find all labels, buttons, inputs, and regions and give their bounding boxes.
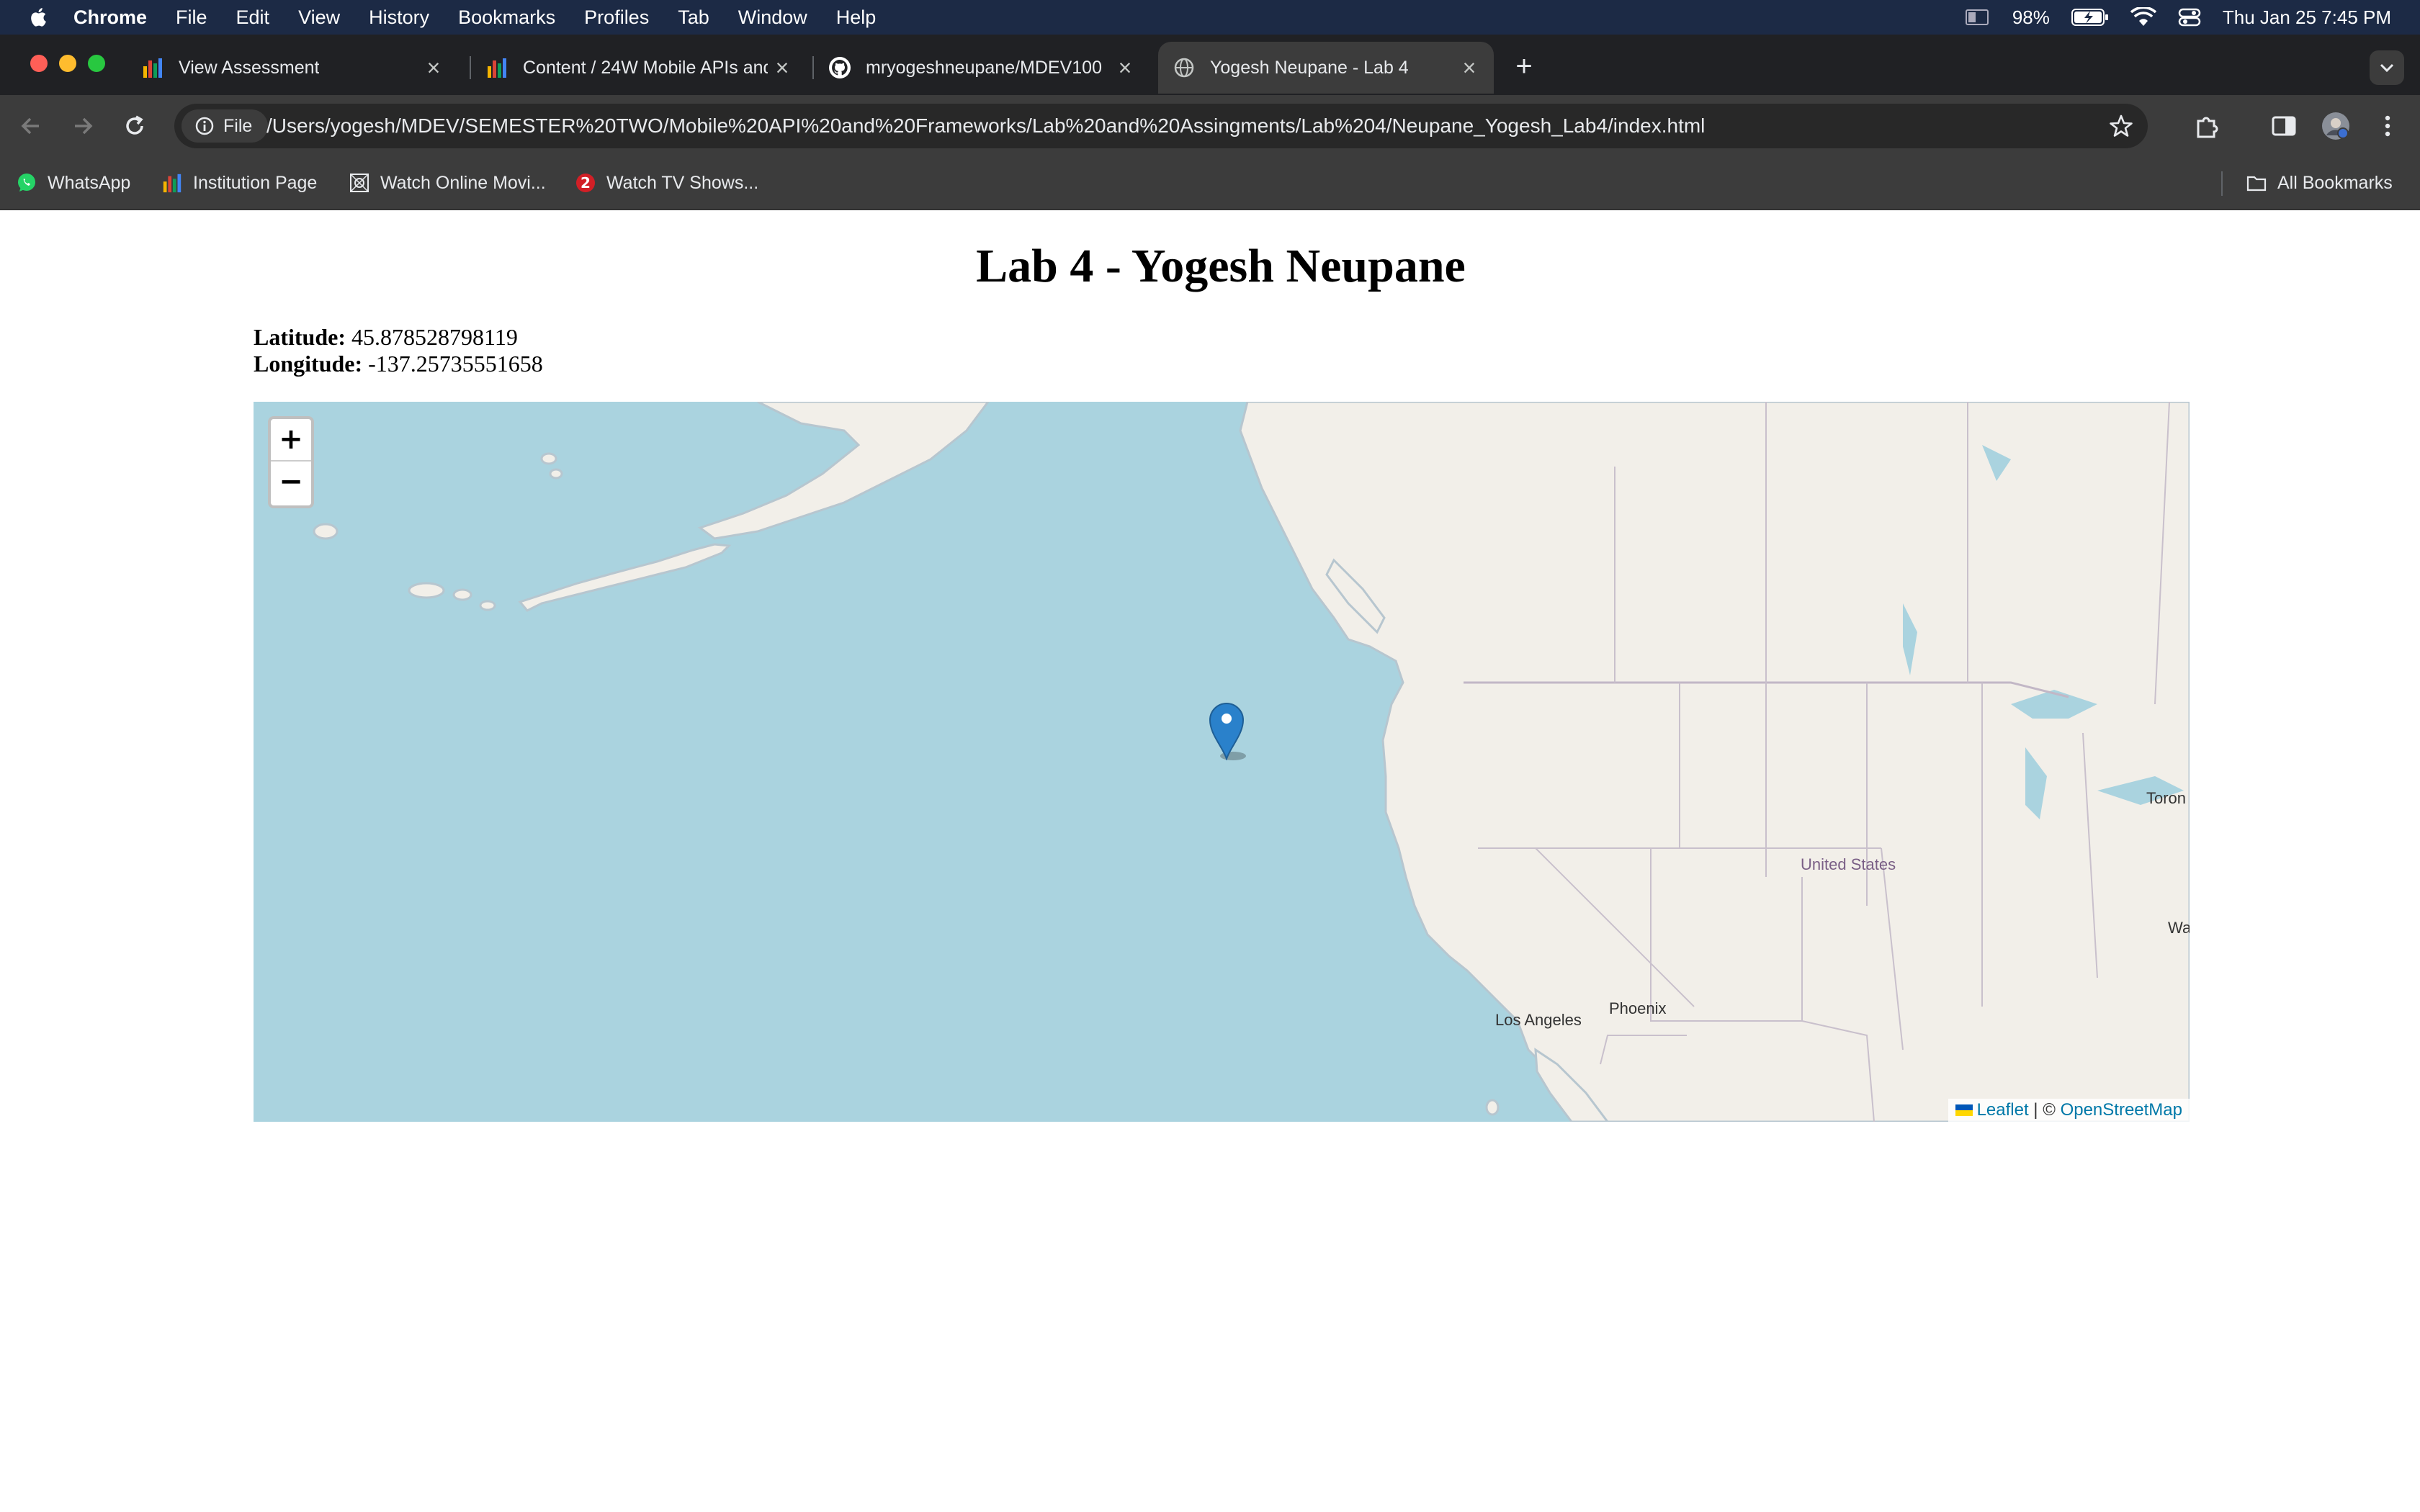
site-info-label: File	[223, 116, 253, 136]
tab-title: Content / 24W Mobile APIs and	[523, 57, 768, 78]
d2l-bars-icon	[488, 58, 506, 78]
side-panel-icon[interactable]	[2269, 111, 2299, 141]
bookmark-whatsapp[interactable]: WhatsApp	[16, 167, 130, 199]
whatsapp-icon	[18, 174, 35, 192]
bookmark-watch-online-movies[interactable]: Watch Online Movi...	[349, 167, 546, 199]
openstreetmap-link[interactable]: OpenStreetMap	[2061, 1100, 2182, 1120]
new-tab-button[interactable]: +	[1507, 50, 1541, 85]
attribution-separator: | ©	[2028, 1100, 2061, 1120]
screen-mirroring-icon[interactable]	[1965, 7, 1991, 27]
menu-file[interactable]: File	[176, 6, 207, 29]
control-center-icon[interactable]	[2178, 7, 2201, 27]
menu-tab[interactable]: Tab	[678, 6, 709, 29]
latitude-line: Latitude: 45.878528798119	[254, 324, 518, 351]
window-minimize-button[interactable]	[59, 55, 76, 72]
bookmarks-divider	[2221, 171, 2223, 196]
apple-logo-icon[interactable]	[29, 6, 50, 28]
longitude-label: Longitude:	[254, 351, 363, 377]
svg-text:2: 2	[581, 174, 591, 192]
tab-close-icon[interactable]: ×	[422, 56, 445, 79]
menu-history[interactable]: History	[369, 6, 429, 29]
url-text[interactable]: /Users/yogesh/MDEV/SEMESTER%20TWO/Mobile…	[266, 104, 1705, 148]
ukraine-flag-icon	[1955, 1104, 1973, 1116]
tab-lab4-active[interactable]: Yogesh Neupane - Lab 4 ×	[1158, 42, 1494, 94]
extensions-puzzle-icon[interactable]	[2192, 111, 2223, 141]
zoom-in-button[interactable]: +	[271, 419, 311, 462]
site-info-chip[interactable]: File	[182, 109, 269, 143]
map-attribution: Leaflet | © OpenStreetMap	[1948, 1099, 2190, 1122]
bookmark-label: Watch Online Movi...	[380, 172, 546, 193]
map-label-phoenix: Phoenix	[1609, 999, 1667, 1017]
map-tiles[interactable]	[254, 402, 2190, 1122]
zoom-out-button[interactable]: −	[271, 462, 311, 504]
bookmark-watch-tv-shows[interactable]: 2 Watch TV Shows...	[575, 167, 758, 199]
back-arrow-icon[interactable]	[13, 108, 49, 144]
map-label-toronto: Toron	[2146, 789, 2187, 807]
battery-charging-icon[interactable]	[2071, 8, 2109, 27]
longitude-value: -137.25735551658	[368, 351, 543, 377]
latitude-label: Latitude:	[254, 324, 346, 350]
longitude-line: Longitude: -137.25735551658	[254, 351, 543, 377]
window-close-button[interactable]	[30, 55, 48, 72]
browser-toolbar: File /Users/yogesh/MDEV/SEMESTER%20TWO/M…	[0, 95, 2420, 157]
map-label-united-states: United States	[1801, 855, 1896, 873]
globe-icon	[1174, 58, 1194, 78]
forward-arrow-icon[interactable]	[65, 108, 101, 144]
tab-search-button[interactable]	[2370, 50, 2404, 85]
all-bookmarks-button[interactable]: All Bookmarks	[2246, 167, 2393, 199]
menubar-status-area: 98% Thu Jan 25 7:45 PM	[1965, 0, 2391, 35]
tab-close-icon[interactable]: ×	[771, 56, 794, 79]
tab-github-repo[interactable]: mryogeshneupane/MDEV100 ×	[814, 42, 1150, 94]
tab-view-assessment[interactable]: View Assessment ×	[127, 42, 458, 94]
tab-close-icon[interactable]: ×	[1113, 56, 1137, 79]
all-bookmarks-label: All Bookmarks	[2277, 172, 2393, 193]
d2l-bars-icon	[163, 174, 182, 193]
info-icon	[195, 117, 214, 135]
map-label-washington: Wa	[2168, 919, 2190, 937]
bookmark-label: Watch TV Shows...	[606, 172, 759, 193]
menu-view[interactable]: View	[298, 6, 340, 29]
folder-icon	[2246, 176, 2267, 192]
more-menu-icon[interactable]	[2372, 111, 2403, 141]
film-reel-icon	[350, 174, 369, 192]
latitude-value: 45.878528798119	[351, 324, 518, 350]
menu-window[interactable]: Window	[738, 6, 807, 29]
bookmark-star-icon[interactable]	[2109, 114, 2133, 138]
browser-tab-strip: View Assessment × Content / 24W Mobile A…	[0, 35, 2420, 95]
menu-edit[interactable]: Edit	[236, 6, 270, 29]
map-marker-pin-icon[interactable]	[1207, 700, 1246, 760]
bookmark-label: WhatsApp	[48, 172, 131, 193]
tab-close-icon[interactable]: ×	[1458, 56, 1481, 79]
tv-show-2-icon: 2	[576, 174, 595, 192]
wifi-icon[interactable]	[2130, 7, 2156, 27]
leaflet-link[interactable]: Leaflet	[1977, 1100, 2029, 1120]
bookmark-label: Institution Page	[193, 172, 318, 193]
tab-content-mobile-apis[interactable]: Content / 24W Mobile APIs and ×	[471, 42, 807, 94]
reload-icon[interactable]	[117, 108, 153, 144]
zoom-control: + −	[268, 416, 314, 508]
chevron-down-icon	[2380, 63, 2394, 73]
page-title: Lab 4 - Yogesh Neupane	[976, 240, 1466, 292]
tab-title: Yogesh Neupane - Lab 4	[1210, 57, 1409, 78]
menubar-clock[interactable]: Thu Jan 25 7:45 PM	[2223, 6, 2391, 29]
map-label-los-angeles: Los Angeles	[1495, 1011, 1582, 1029]
tab-title: mryogeshneupane/MDEV100	[866, 57, 1102, 78]
bookmark-institution-page[interactable]: Institution Page	[161, 167, 317, 199]
tab-title: View Assessment	[179, 57, 320, 78]
address-bar[interactable]: File /Users/yogesh/MDEV/SEMESTER%20TWO/M…	[174, 104, 2148, 148]
d2l-bars-icon	[143, 58, 162, 78]
window-zoom-button[interactable]	[88, 55, 105, 72]
github-icon	[829, 57, 851, 78]
leaflet-map[interactable]: + − United States Phoenix Los Angeles To…	[254, 402, 2190, 1122]
battery-percent: 98%	[2012, 6, 2050, 28]
web-page: Lab 4 - Yogesh Neupane Latitude: 45.8785…	[0, 210, 2420, 1512]
menu-profiles[interactable]: Profiles	[584, 6, 649, 29]
menu-help[interactable]: Help	[836, 6, 877, 29]
avatar[interactable]	[2321, 111, 2351, 141]
macos-menu-bar: Chrome File Edit View History Bookmarks …	[0, 0, 2420, 35]
menu-app-chrome[interactable]: Chrome	[73, 6, 147, 29]
bookmarks-bar: WhatsApp Institution Page Watch Online M…	[0, 157, 2420, 210]
menu-bookmarks[interactable]: Bookmarks	[458, 6, 555, 29]
